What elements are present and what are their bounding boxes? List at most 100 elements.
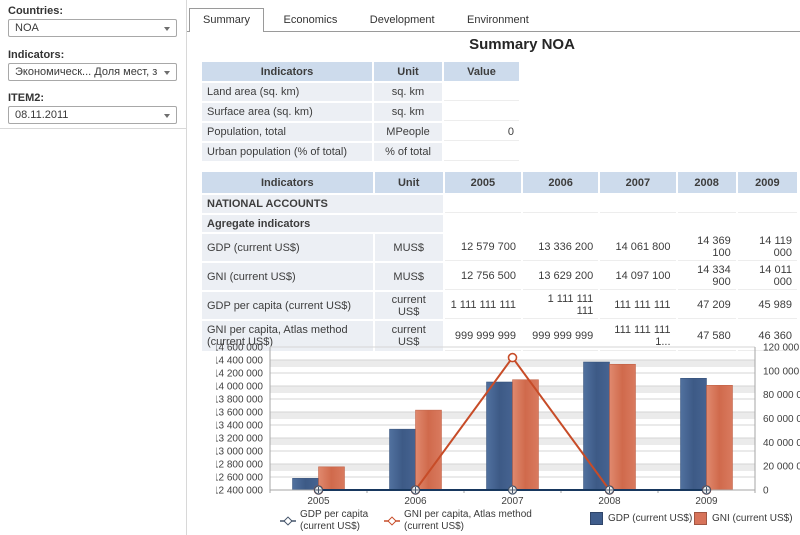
sidebar-divider	[0, 128, 186, 129]
value-cell: 14 334 900	[678, 263, 736, 290]
bar-gdp	[390, 429, 416, 490]
indicator-cell: Surface area (sq. km)	[202, 103, 372, 121]
item2-label: ITEM2:	[8, 92, 44, 104]
value-cell: 12 756 500	[445, 263, 521, 290]
indicator-cell: Urban population (% of total)	[202, 143, 372, 161]
section-row: NATIONAL ACCOUNTS	[202, 195, 797, 213]
item2-dropdown[interactable]: 08.11.2011	[8, 106, 177, 124]
unit-cell: MPeople	[374, 123, 442, 141]
page-title: Summary NOA	[227, 36, 800, 53]
col-value: Value	[444, 62, 519, 81]
col-unit: Unit	[374, 62, 442, 81]
value-cell: 13 336 200	[523, 234, 598, 261]
indicator-cell: GDP per capita (current US$)	[202, 292, 373, 319]
line-diamond-icon	[280, 516, 296, 526]
table-row: GDP per capita (current US$) current US$…	[202, 292, 797, 319]
col-2005: 2005	[445, 172, 521, 193]
bar-gdp	[487, 382, 513, 490]
countries-dropdown[interactable]: NOA	[8, 19, 177, 37]
bar-gni	[610, 364, 636, 490]
left-axis-label: 12 800 000	[216, 460, 263, 471]
value-cell: 14 369 100	[678, 234, 736, 261]
col-indicators: Indicators	[202, 62, 372, 81]
open-circle-marker	[509, 354, 517, 362]
x-axis-label: 2006	[404, 496, 427, 507]
line-diamond-icon	[384, 516, 400, 526]
legend-gdp-per-capita: GDP per capita (current US$)	[280, 509, 388, 533]
chevron-down-icon	[164, 27, 170, 31]
right-axis-label: 20 000 000	[763, 462, 800, 473]
bar-gni	[513, 380, 539, 490]
col-2008: 2008	[678, 172, 736, 193]
tab-development[interactable]: Development	[357, 9, 448, 31]
bar-gdp	[681, 378, 707, 490]
tab-economics[interactable]: Economics	[271, 9, 351, 31]
left-axis-label: 14 000 000	[216, 382, 263, 393]
table-row: Surface area (sq. km) sq. km	[202, 103, 519, 121]
indicator-cell: Population, total	[202, 123, 372, 141]
legend-gni: GNI (current US$)	[694, 512, 793, 525]
section-title: NATIONAL ACCOUNTS	[202, 195, 443, 213]
unit-cell: current US$	[375, 292, 443, 319]
value-cell: 47 209	[678, 292, 736, 319]
unit-cell: % of total	[374, 143, 442, 161]
tab-summary[interactable]: Summary	[189, 8, 264, 32]
unit-cell: sq. km	[374, 103, 442, 121]
value-cell	[444, 143, 519, 161]
item2-value: 08.11.2011	[15, 107, 157, 124]
indicator-cell: GDP (current US$)	[202, 234, 373, 261]
left-axis-label: 13 200 000	[216, 434, 263, 445]
col-2007: 2007	[600, 172, 675, 193]
bar-gni	[707, 385, 733, 490]
left-axis-label: 14 600 000	[216, 343, 263, 354]
left-axis-label: 12 400 000	[216, 486, 263, 497]
orange-square-icon	[694, 512, 707, 525]
table-header-row: Indicators Unit Value	[202, 62, 519, 81]
x-axis-label: 2007	[501, 496, 524, 507]
x-axis-label: 2008	[598, 496, 621, 507]
right-axis-label: 60 000 000	[763, 414, 800, 425]
tab-environment[interactable]: Environment	[454, 9, 542, 31]
chart-plot: 14 600 00014 400 00014 200 00014 000 000…	[216, 342, 800, 508]
blue-square-icon	[590, 512, 603, 525]
value-cell: 45 989	[738, 292, 797, 319]
tab-bar: Summary Economics Development Environmen…	[187, 8, 800, 32]
value-cell: 14 119 000	[738, 234, 797, 261]
table-header-row: Indicators Unit 2005 2006 2007 2008 2009	[202, 172, 797, 193]
legend-label: GNI (current US$)	[712, 513, 793, 525]
unit-cell: sq. km	[374, 83, 442, 101]
legend-label: GDP per capita (current US$)	[300, 509, 388, 533]
col-indicators: Indicators	[202, 172, 373, 193]
main-panel: Summary Economics Development Environmen…	[186, 0, 800, 535]
table-row: Urban population (% of total) % of total	[202, 143, 519, 161]
indicator-cell: Land area (sq. km)	[202, 83, 372, 101]
table-row: Land area (sq. km) sq. km	[202, 83, 519, 101]
legend-label: GNI per capita, Atlas method (current US…	[404, 509, 569, 533]
value-cell: 111 111 111	[600, 292, 675, 319]
chevron-down-icon	[164, 71, 170, 75]
section-row: Agregate indicators	[202, 215, 797, 232]
table-row: GDP (current US$) MUS$ 12 579 700 13 336…	[202, 234, 797, 261]
x-axis-label: 2009	[695, 496, 718, 507]
col-2009: 2009	[738, 172, 797, 193]
indicators-value: Экономическ... Доля мест, з... (1374)	[15, 64, 157, 81]
right-axis-label: 100 000 000	[763, 366, 800, 377]
left-axis-label: 12 600 000	[216, 473, 263, 484]
countries-value: NOA	[15, 20, 157, 37]
value-cell: 12 579 700	[445, 234, 521, 261]
value-cell	[444, 83, 519, 101]
legend-label: GDP (current US$)	[608, 513, 692, 525]
value-cell: 1 111 111 111	[445, 292, 521, 319]
left-axis-label: 13 600 000	[216, 408, 263, 419]
col-2006: 2006	[523, 172, 598, 193]
unit-cell: MUS$	[375, 234, 443, 261]
indicators-dropdown[interactable]: Экономическ... Доля мест, з... (1374)	[8, 63, 177, 81]
filter-sidebar: Countries: NOA Indicators: Экономическ..…	[0, 0, 186, 535]
value-cell: 0	[444, 123, 519, 141]
countries-label: Countries:	[8, 5, 63, 17]
right-axis-label: 0	[763, 486, 769, 497]
section-title: Agregate indicators	[202, 215, 443, 232]
table-row: Population, total MPeople 0	[202, 123, 519, 141]
value-cell: 14 061 800	[600, 234, 675, 261]
col-unit: Unit	[375, 172, 443, 193]
